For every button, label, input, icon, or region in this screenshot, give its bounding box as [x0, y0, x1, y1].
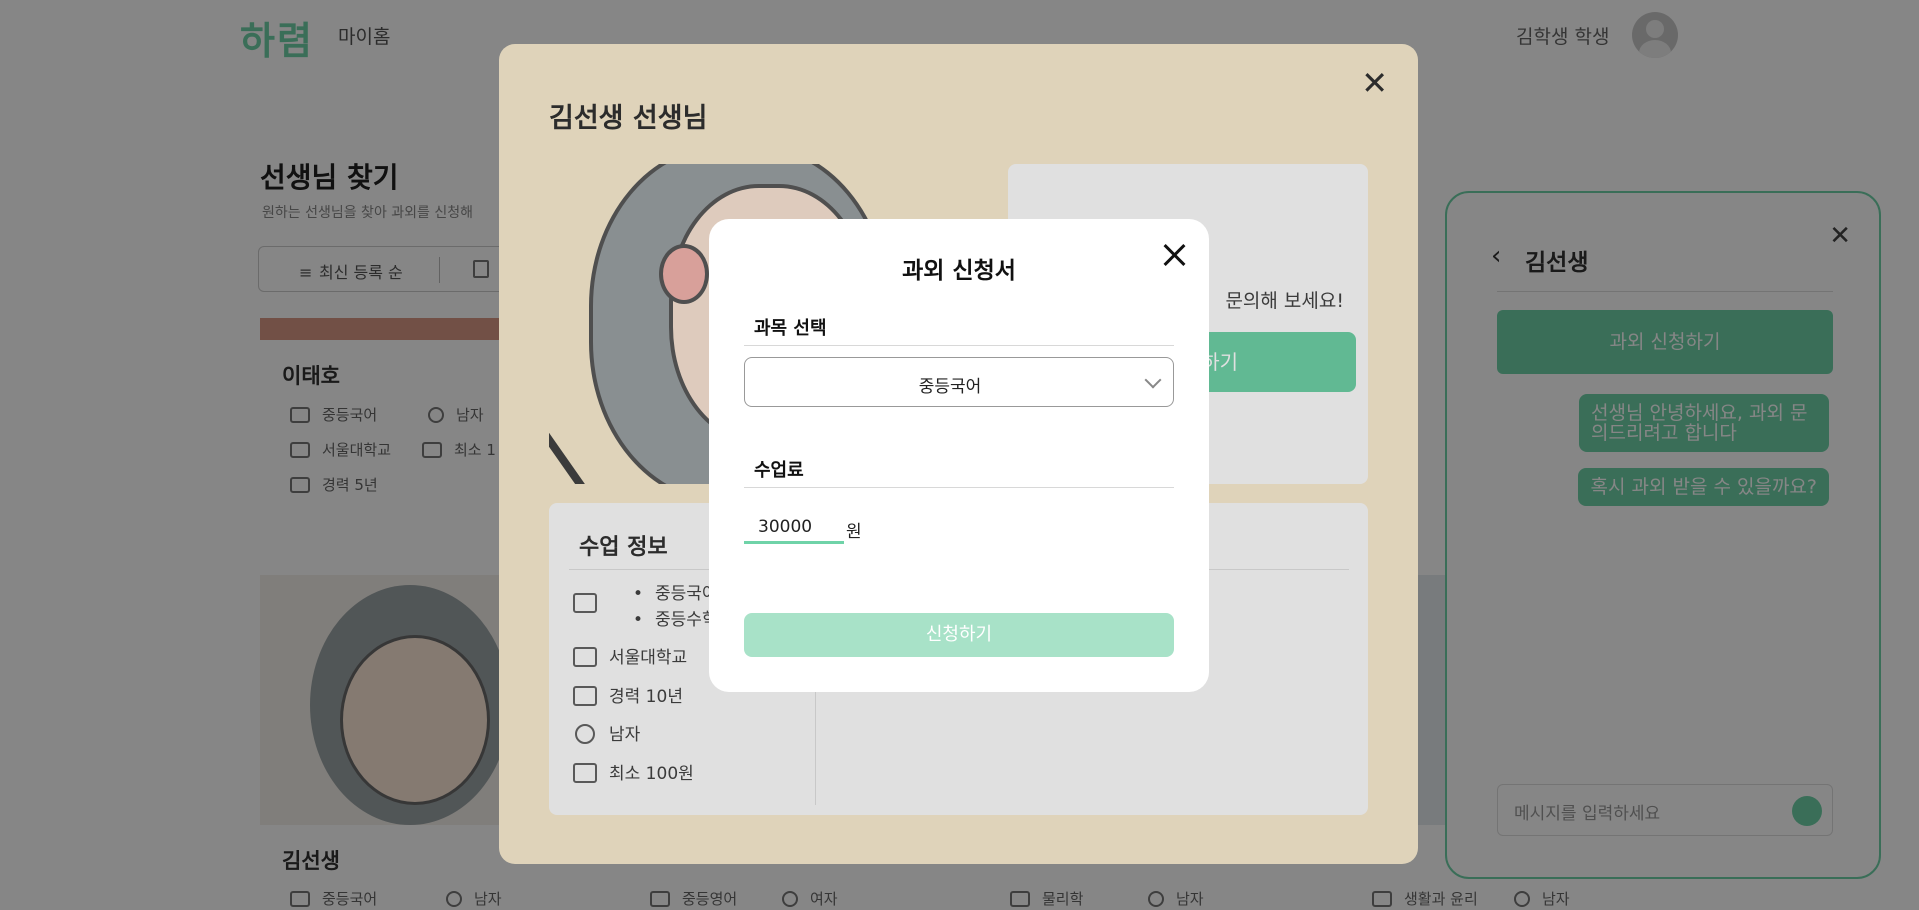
divider — [744, 487, 1174, 488]
tutoring-application-dialog: 과외 신청서 과목 선택 중등국어 수업료 원 신청하기 — [709, 219, 1209, 692]
subject-select-value: 중등국어 — [918, 377, 982, 397]
close-icon[interactable] — [1158, 239, 1190, 271]
fee-input[interactable] — [744, 512, 844, 544]
divider — [744, 345, 1174, 346]
fee-unit: 원 — [846, 522, 862, 542]
subject-select[interactable]: 중등국어 — [744, 357, 1174, 407]
dialog-title: 과외 신청서 — [902, 258, 1016, 284]
submit-button[interactable]: 신청하기 — [744, 613, 1174, 657]
subject-select-label: 과목 선택 — [754, 318, 827, 339]
fee-label: 수업료 — [754, 460, 804, 481]
